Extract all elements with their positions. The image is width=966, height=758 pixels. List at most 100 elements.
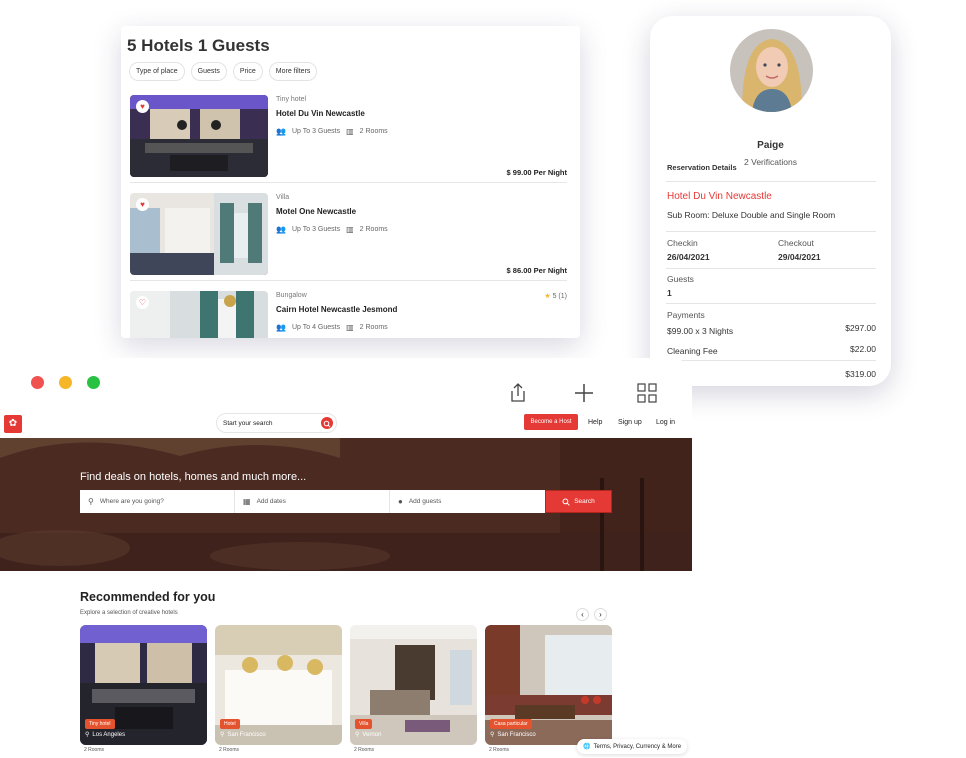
hotel-name[interactable]: Hotel Du Vin Newcastle xyxy=(276,109,365,118)
where-input[interactable]: ⚲ Where are you going? xyxy=(80,490,235,513)
location-pin-icon: ⚲ xyxy=(490,732,495,738)
hotel-name[interactable]: Cairn Hotel Newcastle Jesmond xyxy=(276,305,397,314)
nights-label: $99.00 x 3 Nights xyxy=(667,326,734,336)
hotel-meta: 👥 Up To 3 Guests ▥ 2 Rooms xyxy=(276,225,388,234)
card-location: ⚲ San Francisco xyxy=(220,731,266,739)
cleaning-fee-label: Cleaning Fee xyxy=(667,346,718,356)
section-title: Reservation Details xyxy=(667,163,737,172)
share-icon[interactable] xyxy=(507,382,529,404)
card-location-label: San Francisco xyxy=(227,731,266,738)
hotel-list-item[interactable]: ♥ Tiny hotel Hotel Du Vin Newcastle 👥 Up… xyxy=(130,95,567,183)
recommended-title: Recommended for you xyxy=(80,590,216,604)
recommended-card[interactable]: Villa ⚲ Vernon xyxy=(350,625,477,745)
hotel-photo[interactable]: ♥ xyxy=(130,95,268,177)
search-button-label: Search xyxy=(574,498,595,505)
hero-search-bar: ⚲ Where are you going? ▦ Add dates ● Add… xyxy=(80,490,612,513)
sub-room: Sub Room: Deluxe Double and Single Room xyxy=(667,210,836,220)
tab-overview-grid-icon[interactable] xyxy=(636,382,658,404)
hero-title: Find deals on hotels, homes and much mor… xyxy=(80,471,307,483)
card-location-label: Vernon xyxy=(362,731,382,738)
card-rooms: 2 Rooms xyxy=(84,747,105,753)
card-location: ⚲ San Francisco xyxy=(490,731,536,739)
hotel-guests: Up To 4 Guests xyxy=(291,324,341,331)
site-logo-icon[interactable]: ✿ xyxy=(4,415,22,433)
divider xyxy=(666,303,876,304)
favorite-heart-icon[interactable]: ♡ xyxy=(136,296,149,309)
card-location-label: San Francisco xyxy=(497,731,536,738)
dates-placeholder: Add dates xyxy=(256,498,286,505)
hotel-guests: Up To 3 Guests xyxy=(291,128,341,135)
filter-more[interactable]: More filters xyxy=(268,62,318,81)
rooms-icon: ▥ xyxy=(346,323,354,332)
reserved-hotel-name[interactable]: Hotel Du Vin Newcastle xyxy=(667,191,772,202)
hotel-photo[interactable]: ♥ xyxy=(130,193,268,275)
hotel-list-item[interactable]: ♡ Bungalow ★ 5 (1) Cairn Hotel Newcastle… xyxy=(130,291,567,338)
signup-link[interactable]: Sign up xyxy=(618,419,642,426)
location-pin-icon: ⚲ xyxy=(355,732,360,738)
payments-label: Payments xyxy=(667,310,705,320)
recommended-card[interactable]: Hotel ⚲ San Francisco xyxy=(215,625,342,745)
hotel-photo[interactable]: ♡ xyxy=(130,291,268,338)
calendar-icon: ▦ xyxy=(243,497,251,506)
login-link[interactable]: Log in xyxy=(656,419,675,426)
hotel-rating: ★ 5 (1) xyxy=(544,292,567,300)
top-search-placeholder: Start your search xyxy=(223,420,273,427)
hotel-price: $ 99.00 Per Night xyxy=(506,168,567,177)
new-tab-plus-icon[interactable] xyxy=(573,382,595,404)
top-search-input[interactable]: Start your search xyxy=(216,413,337,433)
recommended-card[interactable]: Tiny hotel ⚲ Los Angeles xyxy=(80,625,207,745)
hotel-rating-value: 5 (1) xyxy=(552,293,567,300)
location-pin-icon: ⚲ xyxy=(220,732,225,738)
guests-label: Guests xyxy=(667,274,694,284)
checkin-label: Checkin xyxy=(667,238,698,248)
favorite-heart-icon[interactable]: ♥ xyxy=(136,198,149,211)
guests-icon: 👥 xyxy=(276,323,286,332)
location-pin-icon: ⚲ xyxy=(85,732,90,738)
hotel-guests: Up To 3 Guests xyxy=(291,226,341,233)
card-rooms: 2 Rooms xyxy=(219,747,240,753)
checkout-label: Checkout xyxy=(778,238,814,248)
person-icon: ● xyxy=(398,497,403,506)
card-rooms: 2 Rooms xyxy=(354,747,375,753)
search-button[interactable]: Search xyxy=(545,490,612,513)
checkin-value: 26/04/2021 xyxy=(667,252,710,262)
nights-value: $297.00 xyxy=(845,323,876,333)
filter-type-of-place[interactable]: Type of place xyxy=(129,62,185,81)
hotel-rooms: 2 Rooms xyxy=(359,128,388,135)
favorite-heart-icon[interactable]: ♥ xyxy=(136,100,149,113)
prev-arrow-button[interactable]: ‹ xyxy=(576,608,589,621)
window-close-dot[interactable] xyxy=(31,376,44,389)
location-pin-icon: ⚲ xyxy=(88,497,94,506)
star-icon: ★ xyxy=(544,293,551,300)
guests-icon: 👥 xyxy=(276,225,286,234)
recommended-card[interactable]: Casa particular ⚲ San Francisco xyxy=(485,625,612,745)
filter-price[interactable]: Price xyxy=(232,62,263,81)
help-link[interactable]: Help xyxy=(588,419,602,426)
divider xyxy=(666,360,876,361)
become-host-button[interactable]: Become a Host xyxy=(524,414,578,430)
search-icon xyxy=(562,498,570,506)
window-maximize-dot[interactable] xyxy=(87,376,100,389)
top-search-button[interactable] xyxy=(321,417,333,429)
guests-input[interactable]: ● Add guests xyxy=(390,490,545,513)
site-navbar: ✿ Start your search Become a Host Help S… xyxy=(0,410,692,438)
hotel-name[interactable]: Motel One Newcastle xyxy=(276,207,356,216)
hero-banner: Find deals on hotels, homes and much mor… xyxy=(0,438,692,571)
card-location-label: Los Angeles xyxy=(92,731,126,738)
hotel-list-item[interactable]: ♥ Villa Motel One Newcastle 👥 Up To 3 Gu… xyxy=(130,193,567,281)
card-location: ⚲ Los Angeles xyxy=(85,731,126,739)
card-badge: Casa particular xyxy=(490,719,532,729)
dates-input[interactable]: ▦ Add dates xyxy=(235,490,390,513)
terms-label: Terms, Privacy, Currency & More xyxy=(593,743,682,750)
guests-placeholder: Add guests xyxy=(408,498,442,505)
card-badge: Villa xyxy=(355,719,373,729)
hotel-type: Bungalow xyxy=(276,292,307,299)
hotel-type: Tiny hotel xyxy=(276,96,307,103)
filter-guests[interactable]: Guests xyxy=(190,62,227,81)
window-minimize-dot[interactable] xyxy=(59,376,72,389)
globe-icon: 🌐 xyxy=(583,744,591,750)
hotel-rooms: 2 Rooms xyxy=(359,226,388,233)
filter-bar: Type of place Guests Price More filters xyxy=(129,62,318,81)
next-arrow-button[interactable]: › xyxy=(594,608,607,621)
terms-privacy-button[interactable]: 🌐 Terms, Privacy, Currency & More xyxy=(577,739,688,754)
